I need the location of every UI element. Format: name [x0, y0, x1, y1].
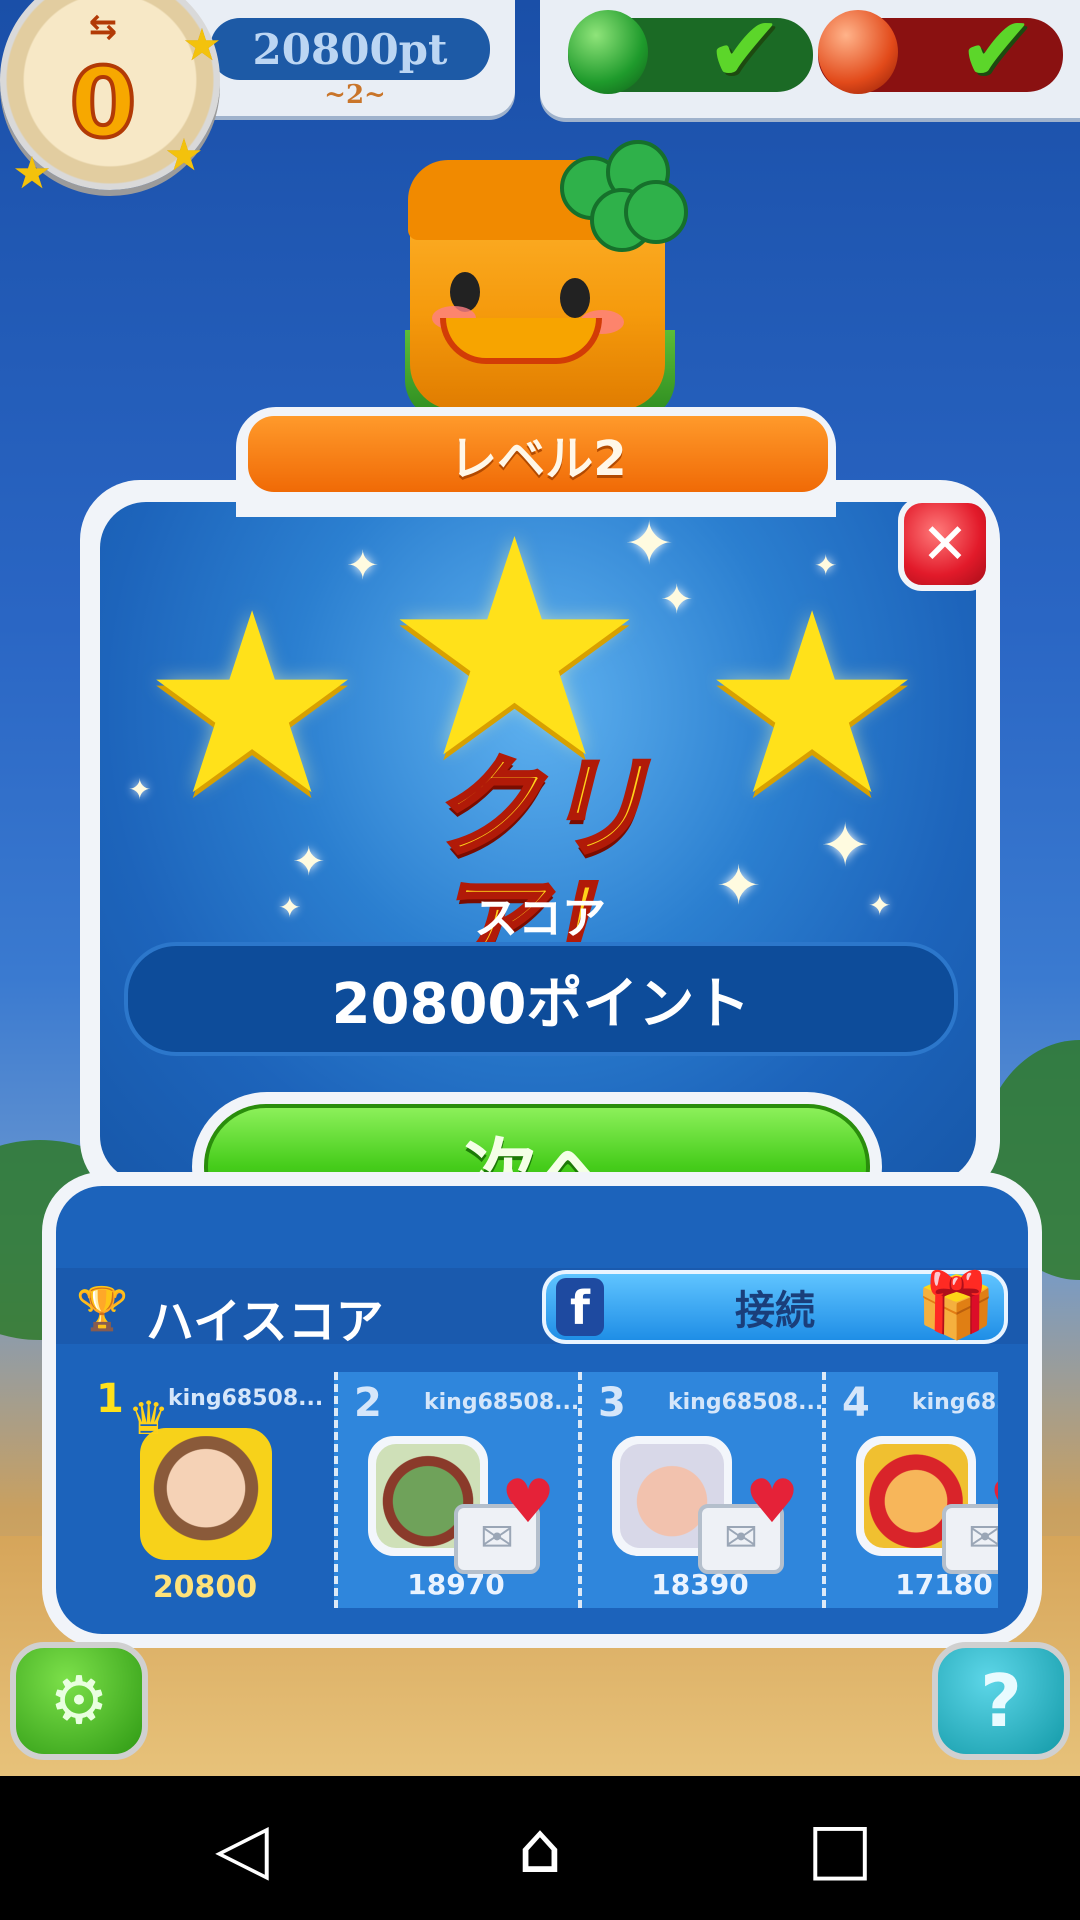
leaderboard-entry[interactable]: 4 king685 ✉ ♥ 17180: [822, 1372, 998, 1608]
leaderboard-list[interactable]: 2 king68508... ✉ ♥ 18970 3 king68508... …: [334, 1372, 998, 1608]
red-gem-icon: [818, 10, 898, 94]
green-gem-icon: [568, 10, 648, 94]
moves-left-counter: 0: [68, 46, 139, 160]
clear-banner: クリア！: [428, 744, 652, 992]
player-score: 18390: [651, 1568, 749, 1601]
heart-icon: ♥: [745, 1467, 799, 1537]
checkmark-icon: ✔: [706, 0, 784, 103]
leaderboard-entry[interactable]: 3 king68508... ✉ ♥ 18390: [578, 1372, 824, 1608]
system-navigation-bar: ◁ ⌂ □: [0, 1776, 1080, 1920]
facebook-icon: f: [556, 1278, 604, 1336]
gift-icon: 🎁: [916, 1269, 996, 1343]
gear-icon: ⚙: [49, 1662, 109, 1739]
rank-number: 3: [598, 1380, 626, 1426]
sparkle-icon: ✦: [292, 839, 326, 885]
trophy-icon: 🏆: [76, 1284, 129, 1333]
sparkle-icon: ✦: [820, 811, 871, 881]
back-triangle-icon[interactable]: ◁: [182, 1806, 302, 1890]
sparkle-icon: ✦: [868, 889, 892, 922]
settings-button[interactable]: ⚙: [10, 1642, 148, 1760]
checkmark-icon: ✔: [958, 0, 1036, 103]
rank-1-score: 20800: [152, 1570, 258, 1605]
current-score: 20800pt: [210, 18, 490, 80]
rank-1-name: king68508...: [168, 1386, 324, 1411]
flower-petal: [624, 180, 688, 244]
mascot-eye: [560, 278, 590, 318]
mascot-mouth: [440, 318, 602, 364]
sparkle-icon: ✦: [660, 577, 694, 623]
flower-icon: [560, 140, 688, 252]
swap-arrows-icon: ⇆: [88, 7, 118, 47]
sparkle-icon: ✦: [716, 854, 762, 917]
leaderboard-entry[interactable]: 2 king68508... ✉ ♥ 18970: [334, 1372, 580, 1608]
highscore-title: ハイスコア: [146, 1294, 384, 1350]
player-score: 18970: [407, 1568, 505, 1601]
cow-avatar-icon: [148, 1436, 264, 1552]
sparkle-icon: ✦: [624, 509, 675, 579]
rank-1-number: 1: [96, 1376, 124, 1422]
player-score: 17180: [895, 1568, 993, 1601]
crown-icon: ♛: [128, 1391, 170, 1445]
player-name: king68508...: [668, 1390, 824, 1415]
rank-1-avatar: [140, 1428, 272, 1560]
star-small-icon: ★: [12, 148, 52, 199]
help-button[interactable]: ?: [932, 1642, 1070, 1760]
recents-square-icon[interactable]: □: [780, 1806, 900, 1890]
player-name: king685: [912, 1390, 998, 1415]
sparkle-icon: ✦: [814, 549, 838, 582]
heart-icon: ♥: [986, 1472, 998, 1532]
star-small-icon: ★: [182, 20, 222, 71]
sparkle-icon: ✦: [278, 891, 302, 924]
rank-number: 4: [842, 1380, 870, 1426]
star-small-icon: ★: [164, 130, 204, 181]
final-score: 20800ポイント: [124, 942, 958, 1056]
rank-number: 2: [354, 1380, 382, 1426]
question-icon: ?: [980, 1659, 1022, 1743]
sparkle-icon: ✦: [128, 773, 152, 806]
level-indicator: ~2~: [324, 80, 386, 110]
score-label: スコア: [474, 893, 606, 944]
sparkle-icon: ✦: [346, 543, 380, 589]
heart-icon: ♥: [501, 1467, 555, 1537]
player-name: king68508...: [424, 1390, 580, 1415]
home-icon[interactable]: ⌂: [480, 1806, 600, 1890]
